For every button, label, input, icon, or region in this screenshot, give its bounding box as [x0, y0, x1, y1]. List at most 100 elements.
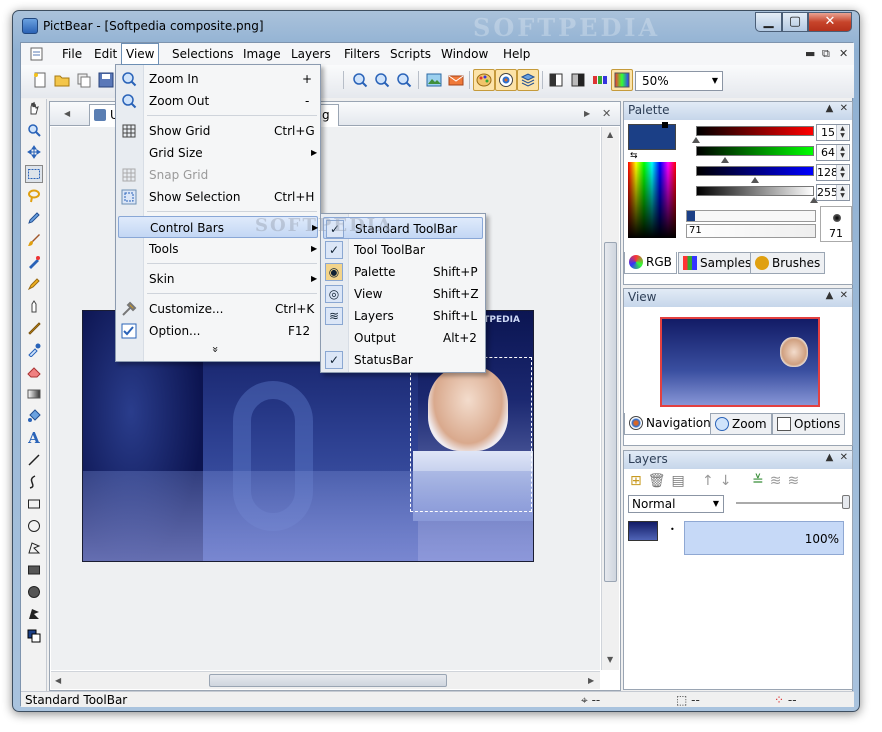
flatten-icon[interactable]: ≋ — [787, 473, 805, 489]
close-button[interactable]: ✕ — [808, 12, 852, 32]
menu-item-show-selection[interactable]: Show Selection Ctrl+H — [118, 186, 318, 208]
menu-filters[interactable]: Filters — [339, 46, 385, 63]
fill-tool[interactable] — [25, 407, 43, 425]
spin-arrows-icon[interactable]: ▲ ▼ — [836, 165, 848, 180]
tab-brushes[interactable]: Brushes — [750, 252, 826, 274]
app-icon[interactable] — [22, 18, 38, 34]
arrow-up-icon[interactable]: ↑ — [702, 473, 720, 489]
menu-item-show-grid[interactable]: Show Grid Ctrl+G — [118, 120, 318, 142]
filled-ellipse-tool[interactable] — [25, 583, 43, 601]
mdi-close-icon[interactable]: ✕ — [839, 47, 848, 60]
menu-item-customize[interactable]: Customize... Ctrl+K — [118, 298, 318, 320]
new-layer-icon[interactable]: ⊞ — [630, 473, 648, 489]
mode-grayscale-button[interactable] — [545, 69, 567, 91]
scroll-left-icon[interactable]: ◀ — [55, 676, 61, 685]
menu-item-option[interactable]: Option... F12 — [118, 320, 318, 342]
selection-marquee[interactable] — [410, 357, 532, 512]
menu-item-zoom-out[interactable]: Zoom Out - — [118, 90, 318, 112]
zoom-out-button[interactable] — [371, 69, 393, 91]
color-spectrum[interactable] — [628, 162, 676, 238]
spin-arrows-icon[interactable]: ▲ ▼ — [836, 125, 848, 140]
scroll-down-icon[interactable]: ▼ — [607, 655, 613, 664]
menu-file[interactable]: File — [57, 46, 87, 63]
menu-selections[interactable]: Selections — [167, 46, 239, 63]
tab-scroll-right-icon[interactable]: ▶ — [584, 109, 590, 118]
menu-help[interactable]: Help — [498, 46, 535, 63]
delete-layer-icon[interactable]: 🗑 — [648, 473, 672, 489]
expand-menu-icon[interactable]: » — [209, 346, 222, 353]
alpha-value-input[interactable]: 255 ▲ ▼ — [816, 184, 850, 201]
output-button[interactable] — [445, 69, 467, 91]
layer-row[interactable]: 100% — [684, 521, 844, 555]
polygon-tool[interactable] — [25, 539, 43, 557]
curve-tool[interactable] — [25, 473, 43, 491]
menu-item-palette[interactable]: ◉ Palette Shift+P — [323, 261, 483, 283]
image-view-button[interactable] — [423, 69, 445, 91]
opacity-slider[interactable] — [736, 502, 846, 504]
brush-preview-field[interactable]: 71 — [686, 224, 816, 238]
rectangle-tool[interactable] — [25, 495, 43, 513]
browse-button[interactable] — [73, 69, 95, 91]
red-value-input[interactable]: 15 ▲ ▼ — [816, 124, 850, 141]
menu-scripts[interactable]: Scripts — [385, 46, 436, 63]
merge-visible-icon[interactable]: ≋ — [770, 473, 788, 489]
vertical-scroll-thumb[interactable] — [604, 242, 617, 582]
filled-rectangle-tool[interactable] — [25, 561, 43, 579]
green-slider-handle[interactable] — [721, 157, 729, 163]
green-value-input[interactable]: 64 ▲ ▼ — [816, 144, 850, 161]
menu-item-view[interactable]: ◎ View Shift+Z — [323, 283, 483, 305]
zoom-tool[interactable] — [25, 121, 43, 139]
brush-size-preview[interactable]: 71 — [820, 206, 852, 242]
menu-item-output[interactable]: Output Alt+2 — [323, 327, 483, 349]
menu-item-layers[interactable]: ≋ Layers Shift+L — [323, 305, 483, 327]
menu-item-tools[interactable]: Tools ▶ — [118, 238, 318, 260]
swap-arrows-icon[interactable]: ⇆ — [630, 151, 638, 161]
layer-actions[interactable]: ⊞🗑▤ — [630, 473, 691, 489]
alpha-slider[interactable] — [696, 186, 814, 196]
save-button[interactable] — [95, 69, 117, 91]
spin-arrows-icon[interactable]: ▲ ▼ — [836, 185, 848, 200]
document-icon[interactable] — [29, 46, 45, 62]
ellipse-tool[interactable] — [25, 517, 43, 535]
menu-view[interactable]: View — [121, 43, 160, 65]
menu-edit[interactable]: Edit — [89, 46, 122, 63]
horizontal-scrollbar[interactable]: ◀ ▶ — [51, 671, 600, 689]
tab-options[interactable]: Options — [772, 413, 846, 435]
line-tool[interactable] — [25, 451, 43, 469]
hand-tool[interactable] — [25, 99, 43, 117]
layer-merge-actions[interactable]: ≚≋≋ — [752, 473, 805, 489]
move-tool[interactable] — [25, 143, 43, 161]
layer-visible-dot-icon[interactable]: • — [670, 525, 675, 534]
arrow-down-icon[interactable]: ↓ — [720, 473, 738, 489]
blue-value-input[interactable]: 128 ▲ ▼ — [816, 164, 850, 181]
maximize-button[interactable]: ▢ — [782, 12, 808, 32]
menu-window[interactable]: Window — [436, 46, 493, 63]
layer-order-actions[interactable]: ↑↓ — [702, 473, 737, 489]
opacity-slider-handle[interactable] — [842, 495, 850, 509]
layers-panel-controls[interactable]: ▲ ✕ — [826, 452, 848, 463]
swap-colors-tool[interactable] — [25, 627, 43, 645]
blend-mode-select[interactable]: Normal ▼ — [628, 495, 724, 513]
tab-navigation[interactable]: Navigation — [624, 413, 716, 435]
tab-zoom[interactable]: Zoom — [710, 413, 772, 435]
menu-item-snap-grid[interactable]: Snap Grid — [118, 164, 318, 186]
palette-panel-controls[interactable]: ▲ ✕ — [826, 103, 848, 114]
tab-scroll-left-icon[interactable]: ◀ — [64, 109, 70, 118]
menu-item-statusbar[interactable]: ✓ StatusBar — [323, 349, 483, 371]
red-slider[interactable] — [696, 126, 814, 136]
stamp-tool[interactable] — [25, 319, 43, 337]
mode-rgb-button[interactable] — [611, 69, 633, 91]
layers-toggle-button[interactable] — [517, 69, 539, 91]
blue-slider[interactable] — [696, 166, 814, 176]
minimize-button[interactable]: ▁ — [755, 12, 782, 32]
scroll-up-icon[interactable]: ▲ — [607, 130, 613, 139]
smudge-tool[interactable] — [25, 297, 43, 315]
brush-tool[interactable] — [25, 231, 43, 249]
brush-size-slider[interactable] — [686, 210, 816, 222]
red-slider-handle[interactable] — [692, 137, 700, 143]
rectangle-select-tool[interactable] — [25, 165, 43, 183]
zoom-select[interactable]: 50% ▼ — [635, 71, 723, 91]
merge-down-icon[interactable]: ≚ — [752, 473, 770, 489]
blue-slider-handle[interactable] — [751, 177, 759, 183]
gradient-tool[interactable] — [25, 385, 43, 403]
